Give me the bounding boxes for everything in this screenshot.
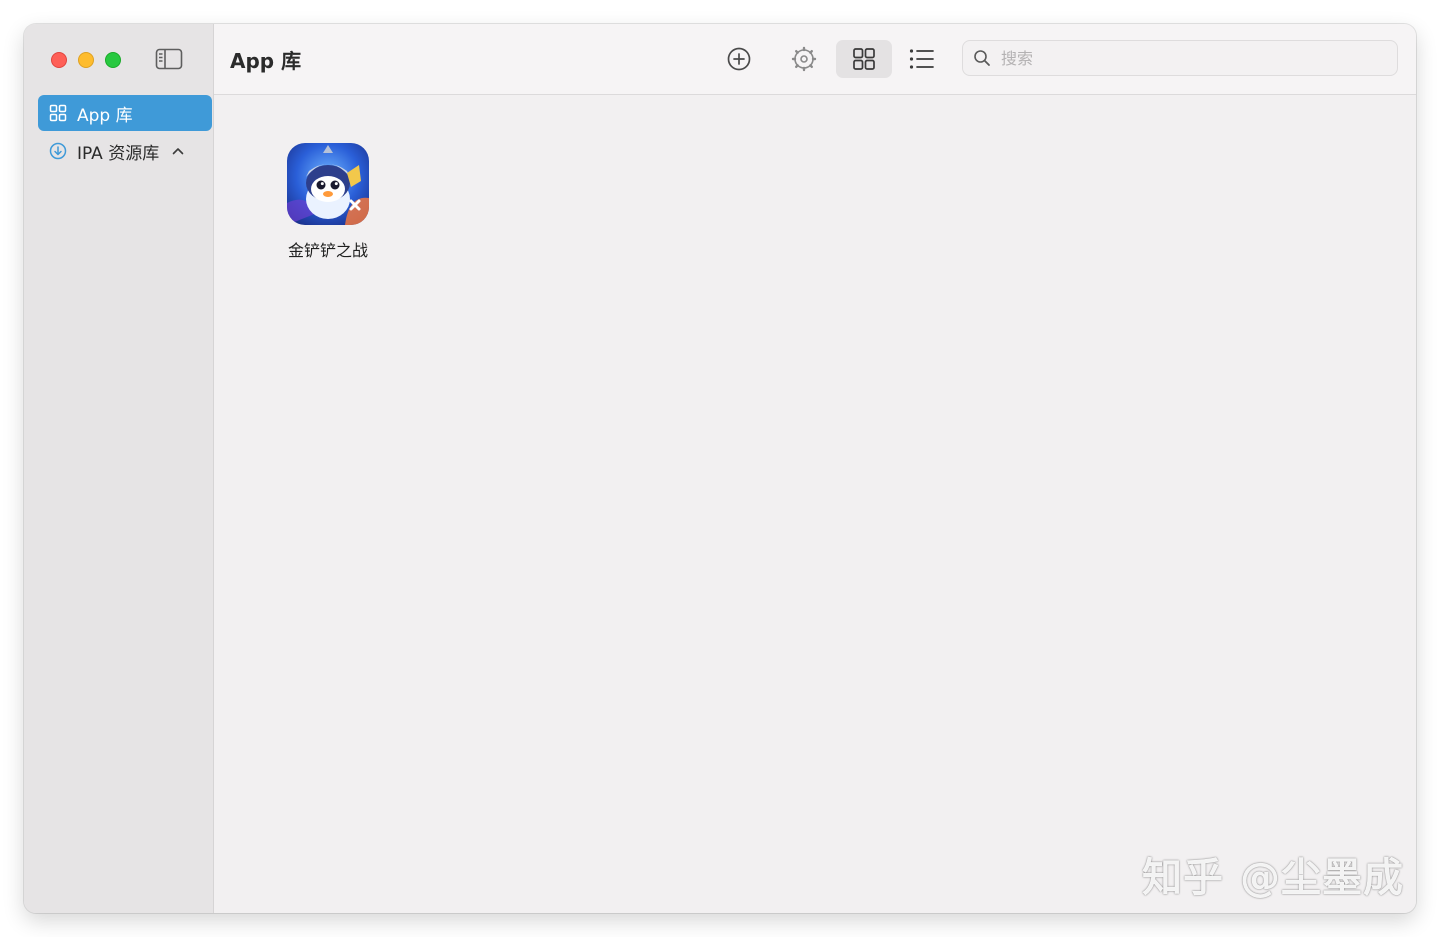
sidebar-item-label: IPA 资源库 [77, 143, 160, 164]
sidebar-toggle-icon [155, 48, 183, 70]
plus-circle-icon [727, 47, 751, 71]
toolbar: App 库 [214, 24, 1416, 95]
app-window: App 库 IPA 资源库 App 库 搜索 金铲铲之战 知乎 @尘墨成 [24, 24, 1416, 913]
list-view-button[interactable] [902, 40, 942, 78]
watermark-brand: 知乎 [1142, 855, 1224, 901]
sidebar-item-app-library[interactable]: App 库 [38, 95, 212, 131]
sidebar-toggle-button[interactable] [155, 48, 183, 70]
watermark-handle: @尘墨成 [1240, 855, 1404, 901]
main-area: App 库 搜索 金铲铲之战 知乎 @尘墨成 [214, 24, 1416, 913]
add-button[interactable] [719, 40, 759, 78]
search-icon [974, 50, 990, 66]
search-field[interactable] [962, 40, 1398, 76]
search-input[interactable] [999, 47, 1383, 69]
maximize-window-button[interactable] [105, 52, 121, 68]
close-window-button[interactable] [51, 52, 67, 68]
app-grid: 金铲铲之战 知乎 @尘墨成 [214, 95, 1416, 913]
chevron-up-icon[interactable] [171, 144, 185, 158]
page-title: App 库 [230, 49, 302, 73]
minimize-window-button[interactable] [78, 52, 94, 68]
grid-view-icon [853, 48, 875, 70]
app-tile[interactable]: 金铲铲之战 [270, 143, 386, 261]
watermark: 知乎 @尘墨成 [1142, 845, 1404, 903]
gear-icon [791, 46, 817, 72]
app-name: 金铲铲之战 [287, 241, 368, 260]
grid-view-button[interactable] [836, 40, 892, 78]
sidebar: App 库 IPA 资源库 [24, 24, 214, 913]
list-view-icon [909, 49, 934, 69]
grid-icon [49, 104, 67, 122]
settings-button[interactable] [784, 40, 824, 78]
penguin-game-icon [287, 143, 369, 225]
sidebar-item-label: App 库 [77, 105, 133, 126]
download-circle-icon [49, 142, 67, 160]
sidebar-item-ipa-library[interactable]: IPA 资源库 [38, 133, 212, 169]
